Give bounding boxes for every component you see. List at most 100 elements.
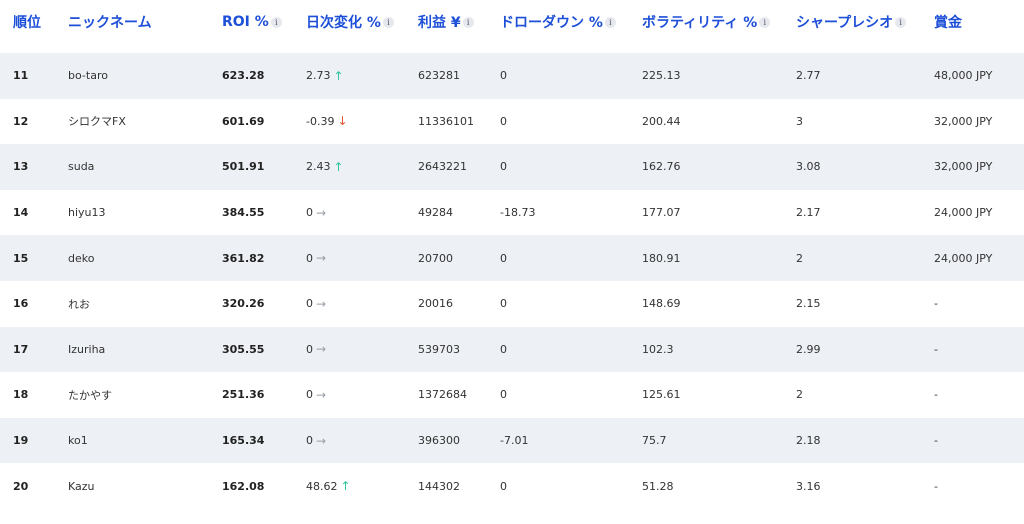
header-prize[interactable]: 賞金	[934, 12, 962, 32]
volatility-cell: 225.13	[642, 69, 681, 83]
header-sharpe[interactable]: シャープレシオ i	[796, 12, 907, 32]
table-body: 11 bo-taro 623.28 2.73 ↑ 623281 0 225.13 2.77 48,…	[0, 53, 1024, 509]
table-row[interactable]: 11 bo-taro 623.28 2.73 ↑ 623281 0 225.13 2.77 48,…	[0, 53, 1024, 99]
prize-cell: -	[934, 434, 938, 448]
header-volatility[interactable]: ボラティリティ % i	[642, 12, 771, 32]
drawdown-cell: 0	[500, 251, 507, 265]
drawdown-cell: -7.01	[500, 434, 529, 448]
rank-cell: 17	[13, 342, 29, 356]
nickname-cell[interactable]: Kazu	[68, 463, 95, 509]
table-row[interactable]: 12 シロクマFX 601.69 -0.39 ↓ 11336101 0 200.44 3 32,0…	[0, 99, 1024, 145]
drawdown-cell: 0	[500, 388, 507, 402]
daily-change-cell: 0 →	[306, 372, 326, 418]
nickname-cell[interactable]: hiyu13	[68, 190, 106, 236]
prize-cell: 24,000 JPY	[934, 251, 993, 265]
header-nickname[interactable]: ニックネーム	[68, 12, 152, 32]
daily-change-cell: 2.43 ↑	[306, 144, 344, 190]
rank-cell: 13	[13, 160, 29, 174]
prize-cell: -	[934, 479, 938, 493]
volatility-cell: 102.3	[642, 342, 674, 356]
profit-cell: 396300	[418, 434, 460, 448]
info-icon[interactable]: i	[759, 16, 771, 28]
daily-change-cell: 0 →	[306, 235, 326, 281]
nickname-cell[interactable]: suda	[68, 144, 94, 190]
rank-cell: 14	[13, 206, 29, 220]
daily-change-value: -0.39	[306, 114, 335, 128]
daily-change-cell: 0 →	[306, 281, 326, 327]
volatility-cell: 51.28	[642, 479, 674, 493]
daily-change-value: 0	[306, 206, 313, 220]
header-roi[interactable]: ROI % i	[222, 12, 282, 32]
header-drawdown[interactable]: ドローダウン % i	[500, 12, 616, 32]
drawdown-cell: 0	[500, 160, 507, 174]
roi-cell: 162.08	[222, 479, 265, 493]
daily-change-value: 0	[306, 342, 313, 356]
table-row[interactable]: 13 suda 501.91 2.43 ↑ 2643221 0 162.76 3.08 32,00…	[0, 144, 1024, 190]
table-row[interactable]: 17 Izuriha 305.55 0 → 539703 0 102.3 2.99-	[0, 326, 1024, 373]
profit-cell: 20016	[418, 297, 453, 311]
sharpe-cell: 2	[796, 251, 803, 265]
daily-change-cell: -0.39 ↓	[306, 99, 348, 145]
volatility-cell: 180.91	[642, 251, 681, 265]
nickname-cell[interactable]: シロクマFX	[68, 99, 126, 145]
rank-cell: 12	[13, 114, 29, 128]
volatility-cell: 177.07	[642, 206, 681, 220]
table-row[interactable]: 16 れお 320.26 0 → 20016 0 148.69 2.15-	[0, 281, 1024, 327]
daily-change-value: 2.43	[306, 160, 331, 174]
table-row[interactable]: 19 ko1 165.34 0 → 396300 -7.01 75.7 2.18 -	[0, 417, 1024, 464]
info-icon[interactable]: i	[270, 16, 282, 28]
leaderboard-table: 順位 ニックネーム ROI % i 日次変化 % i 利益 ¥ i ドローダウン % i…	[0, 0, 1024, 509]
profit-cell: 144302	[418, 479, 460, 493]
daily-change-value: 2.73	[306, 69, 331, 83]
sharpe-cell: 2.77	[796, 69, 821, 83]
arrow-right-icon: →	[316, 296, 327, 311]
daily-change-cell: 48.62 ↑	[306, 463, 351, 509]
table-row[interactable]: 20 Kazu 162.08 48.62 ↑ 144302 0 51.28 3.16 -	[0, 463, 1024, 509]
daily-change-cell: 0 →	[306, 190, 326, 236]
daily-change-cell: 0 →	[306, 418, 326, 464]
rank-cell: 16	[13, 297, 29, 311]
daily-change-value: 0	[306, 297, 313, 311]
info-icon[interactable]: i	[604, 16, 616, 28]
header-profit[interactable]: 利益 ¥ i	[418, 12, 474, 32]
drawdown-cell: 0	[500, 297, 507, 311]
arrow-up-icon: ↑	[333, 159, 344, 174]
profit-cell: 1372684	[418, 388, 467, 402]
arrow-right-icon: →	[316, 342, 327, 357]
rank-cell: 19	[13, 434, 29, 448]
prize-cell: -	[934, 388, 938, 402]
profit-cell: 539703	[418, 342, 460, 356]
drawdown-cell: 0	[500, 342, 507, 356]
prize-cell: -	[934, 297, 938, 311]
arrow-down-icon: ↓	[337, 114, 348, 129]
table-row[interactable]: 15 deko 361.82 0 → 20700 0 180.91 2 24,000 JPY	[0, 235, 1024, 281]
sharpe-cell: 3.08	[796, 160, 821, 174]
nickname-cell[interactable]: たかやす	[68, 372, 112, 418]
arrow-right-icon: →	[316, 251, 327, 266]
table-row[interactable]: 18 たかやす 251.36 0 → 1372684 0 125.61 2-	[0, 372, 1024, 418]
sharpe-cell: 2.18	[796, 434, 821, 448]
header-daily-change[interactable]: 日次変化 % i	[306, 12, 394, 32]
rank-cell: 11	[13, 69, 29, 83]
nickname-cell[interactable]: bo-taro	[68, 53, 108, 99]
roi-cell: 623.28	[222, 69, 265, 83]
table-row[interactable]: 14 hiyu13 384.55 0 → 49284 -18.73 177.07 2.17 24,…	[0, 190, 1024, 236]
arrow-right-icon: →	[316, 205, 327, 220]
rank-cell: 20	[13, 479, 29, 493]
daily-change-cell: 2.73 ↑	[306, 53, 344, 99]
header-rank[interactable]: 順位	[13, 12, 41, 32]
volatility-cell: 125.61	[642, 388, 681, 402]
volatility-cell: 200.44	[642, 114, 681, 128]
nickname-cell[interactable]: Izuriha	[68, 327, 105, 373]
roi-cell: 384.55	[222, 206, 265, 220]
table-header: 順位 ニックネーム ROI % i 日次変化 % i 利益 ¥ i ドローダウン % i…	[0, 0, 1024, 53]
nickname-cell[interactable]: deko	[68, 235, 94, 281]
info-icon[interactable]: i	[895, 16, 907, 28]
daily-change-value: 0	[306, 388, 313, 402]
nickname-cell[interactable]: ko1	[68, 418, 88, 464]
info-icon[interactable]: i	[382, 16, 394, 28]
profit-cell: 11336101	[418, 114, 474, 128]
roi-cell: 165.34	[222, 434, 265, 448]
nickname-cell[interactable]: れお	[68, 281, 90, 327]
info-icon[interactable]: i	[462, 16, 474, 28]
